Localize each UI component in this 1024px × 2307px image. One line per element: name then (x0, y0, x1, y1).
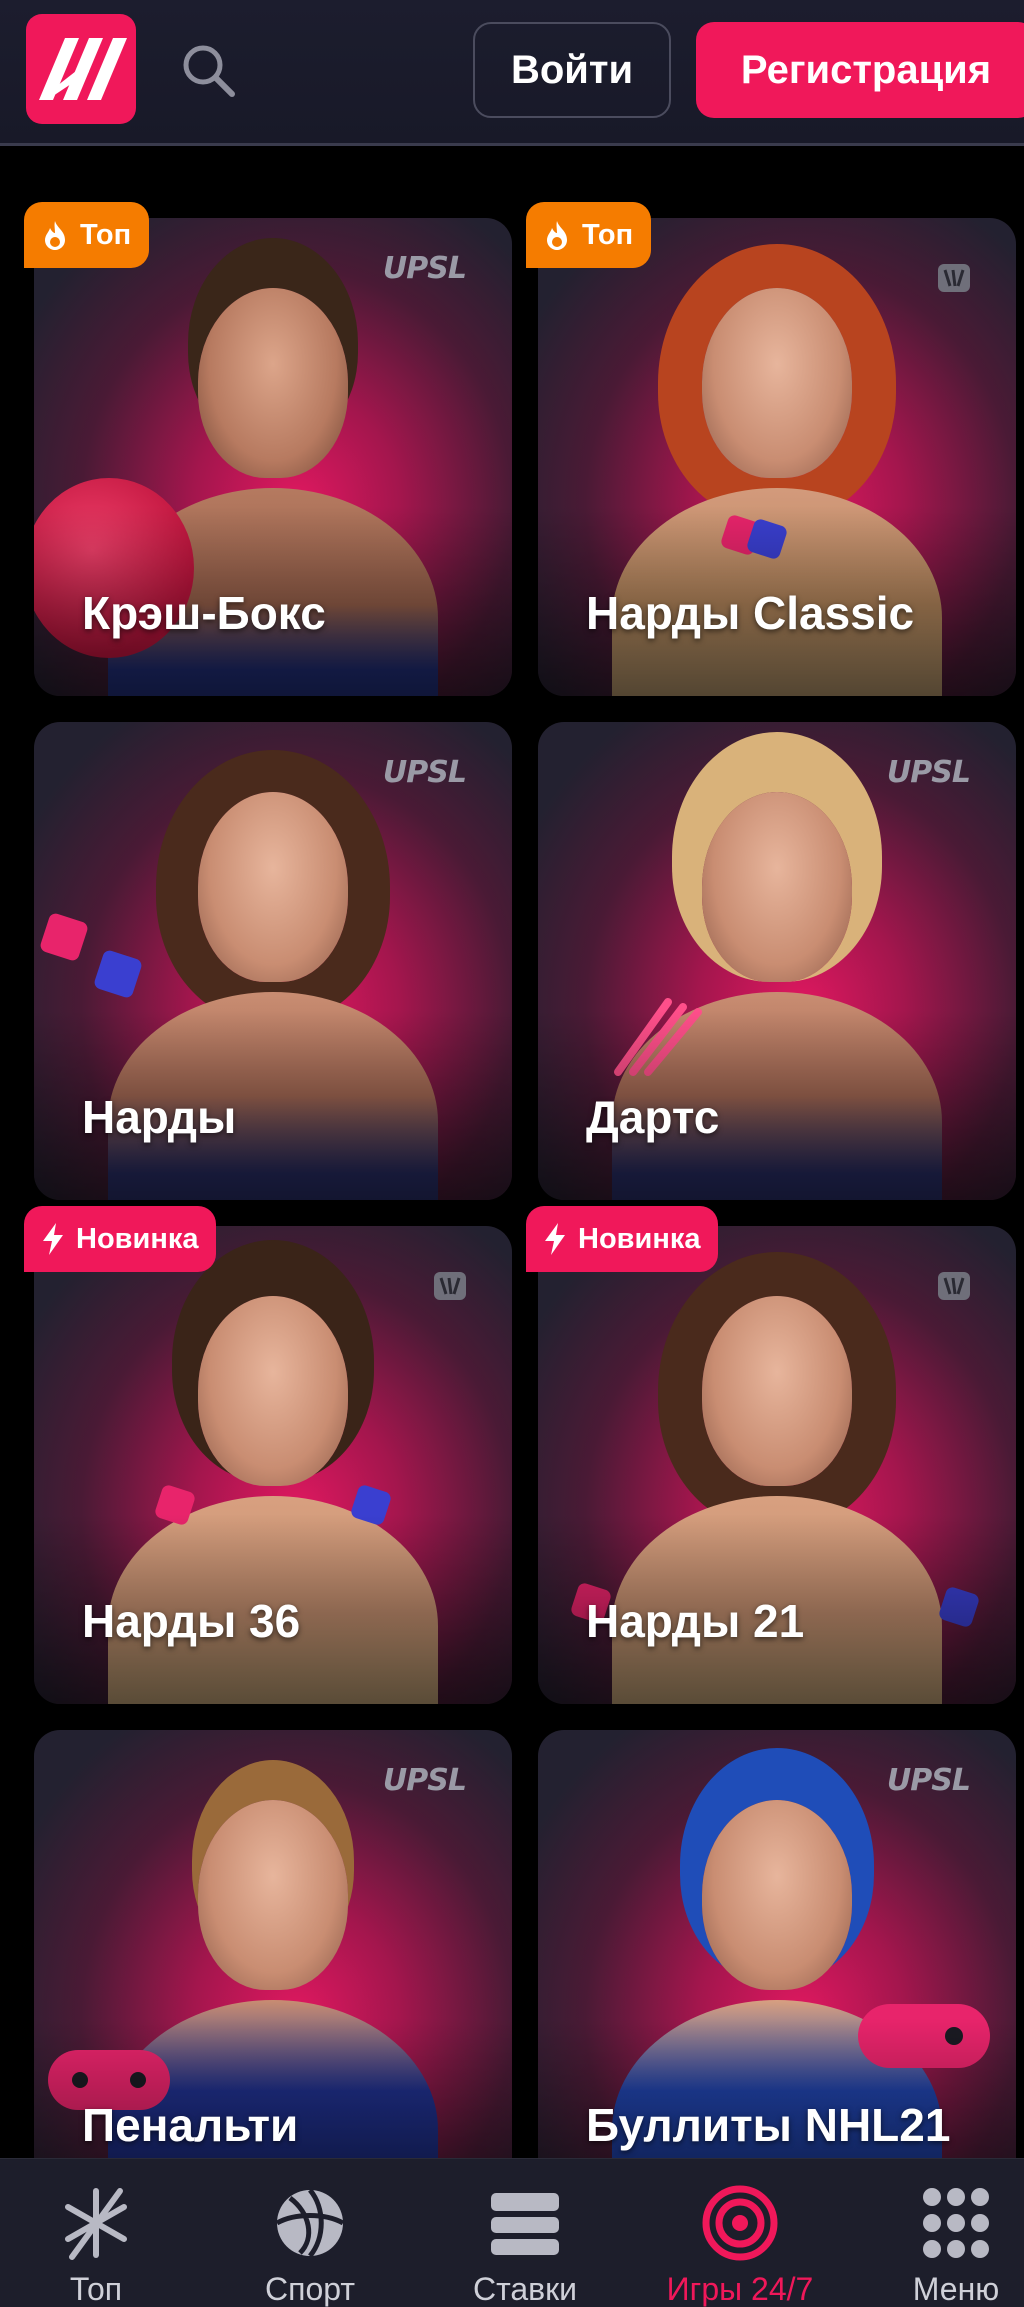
stack-icon (491, 2193, 559, 2255)
nav-label: Спорт (265, 2271, 355, 2307)
game-card-nardy-36[interactable]: Нарды 36 (34, 1226, 512, 1704)
game-card-nardy[interactable]: UPSL Нарды (34, 722, 512, 1200)
game-title: Нарды 36 (82, 1595, 301, 1647)
nav-item-top[interactable]: Топ (0, 2159, 196, 2307)
badge-label: Новинка (578, 1222, 701, 1255)
game-card-crash-box[interactable]: UPSL Крэш-Бокс (34, 218, 512, 696)
game-artwork (198, 1296, 348, 1486)
provider-logo-icon (434, 1272, 466, 1300)
badge-label: Топ (80, 218, 132, 251)
dice-icon (38, 911, 90, 963)
lightning-icon (43, 1223, 63, 1255)
game-title: Крэш-Бокс (82, 587, 326, 639)
game-title: Буллиты NHL21 (586, 2099, 951, 2151)
provider-logo-upsl: UPSL (382, 251, 467, 286)
game-card-nardy-classic[interactable]: Нарды Classic (538, 218, 1016, 696)
dice-icon (92, 948, 144, 1000)
badge-top: Топ (24, 202, 150, 268)
game-card-nardy-21[interactable]: Нарды 21 (538, 1226, 1016, 1704)
badge-top: Топ (526, 202, 652, 268)
nav-item-bets[interactable]: Ставки (425, 2159, 625, 2307)
fire-icon (547, 221, 567, 250)
game-artwork (702, 1800, 852, 1990)
game-artwork (702, 288, 852, 478)
provider-logo-upsl: UPSL (886, 755, 971, 790)
game-title: Нарды 21 (586, 1595, 805, 1647)
games-grid: UPSL Крэш-Бокс Нарды Classic UPSL Нарды (0, 0, 1024, 2307)
game-artwork (198, 288, 348, 478)
grid-dots-icon (923, 2188, 989, 2258)
provider-logo-upsl: UPSL (886, 1763, 971, 1798)
game-title: Нарды (82, 1091, 237, 1143)
badge-new: Новинка (24, 1206, 217, 1272)
badge-label: Новинка (76, 1222, 199, 1255)
target-icon (702, 2185, 778, 2261)
nav-item-sport[interactable]: Спорт (210, 2159, 410, 2307)
lightning-icon (545, 1223, 565, 1255)
provider-logo-upsl: UPSL (382, 755, 467, 790)
provider-logo-upsl: UPSL (382, 1763, 467, 1798)
fire-icon (45, 221, 65, 250)
bottom-navigation: Топ Спорт Ставки Игры 24/7 Меню (0, 2158, 1024, 2307)
game-artwork (702, 1296, 852, 1486)
badge-new: Новинка (526, 1206, 719, 1272)
badge-label: Топ (582, 218, 634, 251)
game-title: Дартс (586, 1091, 720, 1143)
game-title: Нарды Classic (586, 587, 915, 639)
nav-label: Меню (912, 2271, 1000, 2307)
game-artwork (198, 1800, 348, 1990)
game-card-darts[interactable]: UPSL Дартс (538, 722, 1016, 1200)
game-artwork (702, 792, 852, 982)
nav-label: Ставки (472, 2271, 578, 2307)
game-artwork (198, 792, 348, 982)
game-card-penalty[interactable]: UPSL Пенальти (34, 1730, 512, 2208)
game-card-bullity-nhl21[interactable]: UPSL Буллиты NHL21 (538, 1730, 1016, 2208)
provider-logo-icon (938, 264, 970, 292)
nav-item-menu[interactable]: Меню (856, 2159, 1024, 2307)
game-title: Пенальти (82, 2099, 299, 2151)
star-burst-icon (65, 2188, 127, 2260)
volleyball-icon (275, 2188, 345, 2258)
nav-item-games-247[interactable]: Игры 24/7 (640, 2159, 840, 2307)
nav-label: Топ (69, 2271, 123, 2307)
provider-logo-icon (938, 1272, 970, 1300)
nav-label: Игры 24/7 (666, 2271, 814, 2307)
